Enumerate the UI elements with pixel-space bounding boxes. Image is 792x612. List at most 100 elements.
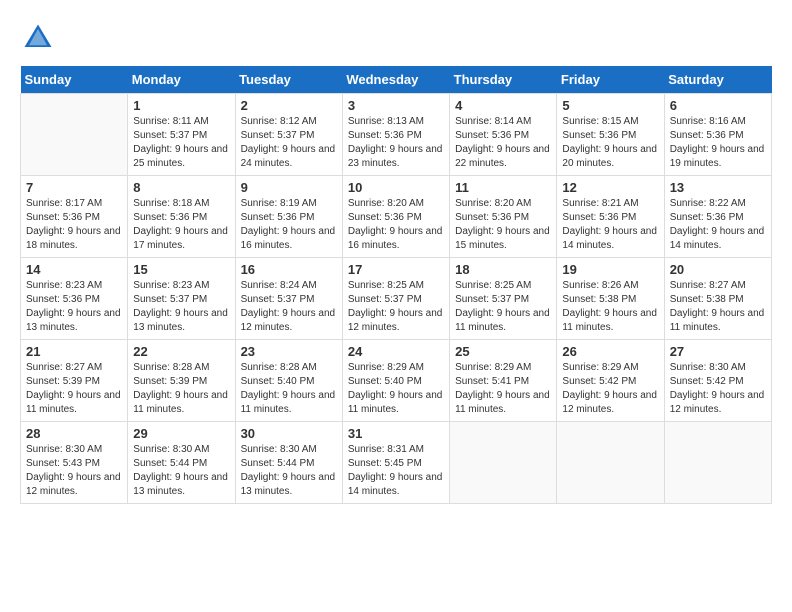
day-number: 14 [26,262,122,277]
table-row: 30 Sunrise: 8:30 AMSunset: 5:44 PMDaylig… [235,422,342,504]
table-row: 31 Sunrise: 8:31 AMSunset: 5:45 PMDaylig… [342,422,449,504]
table-row: 4 Sunrise: 8:14 AMSunset: 5:36 PMDayligh… [450,94,557,176]
day-info: Sunrise: 8:28 AMSunset: 5:40 PMDaylight:… [241,361,337,417]
header-sunday: Sunday [21,66,128,94]
day-number: 27 [670,344,766,359]
table-row: 26 Sunrise: 8:29 AMSunset: 5:42 PMDaylig… [557,340,664,422]
day-number: 24 [348,344,444,359]
day-info: Sunrise: 8:11 AMSunset: 5:37 PMDaylight:… [133,115,229,171]
table-row: 14 Sunrise: 8:23 AMSunset: 5:36 PMDaylig… [21,258,128,340]
day-number: 9 [241,180,337,195]
day-number: 17 [348,262,444,277]
week-row-5: 28 Sunrise: 8:30 AMSunset: 5:43 PMDaylig… [21,422,772,504]
day-info: Sunrise: 8:21 AMSunset: 5:36 PMDaylight:… [562,197,658,253]
header-saturday: Saturday [664,66,771,94]
day-info: Sunrise: 8:30 AMSunset: 5:43 PMDaylight:… [26,443,122,499]
table-row: 16 Sunrise: 8:24 AMSunset: 5:37 PMDaylig… [235,258,342,340]
day-number: 11 [455,180,551,195]
day-number: 26 [562,344,658,359]
day-info: Sunrise: 8:23 AMSunset: 5:36 PMDaylight:… [26,279,122,335]
day-info: Sunrise: 8:28 AMSunset: 5:39 PMDaylight:… [133,361,229,417]
table-row: 21 Sunrise: 8:27 AMSunset: 5:39 PMDaylig… [21,340,128,422]
day-number: 20 [670,262,766,277]
day-number: 2 [241,98,337,113]
header-monday: Monday [128,66,235,94]
table-row: 8 Sunrise: 8:18 AMSunset: 5:36 PMDayligh… [128,176,235,258]
calendar-header-row: SundayMondayTuesdayWednesdayThursdayFrid… [21,66,772,94]
day-info: Sunrise: 8:30 AMSunset: 5:42 PMDaylight:… [670,361,766,417]
day-info: Sunrise: 8:30 AMSunset: 5:44 PMDaylight:… [133,443,229,499]
header-tuesday: Tuesday [235,66,342,94]
day-info: Sunrise: 8:12 AMSunset: 5:37 PMDaylight:… [241,115,337,171]
table-row: 9 Sunrise: 8:19 AMSunset: 5:36 PMDayligh… [235,176,342,258]
day-info: Sunrise: 8:15 AMSunset: 5:36 PMDaylight:… [562,115,658,171]
day-number: 8 [133,180,229,195]
day-number: 31 [348,426,444,441]
day-number: 1 [133,98,229,113]
day-info: Sunrise: 8:31 AMSunset: 5:45 PMDaylight:… [348,443,444,499]
day-info: Sunrise: 8:22 AMSunset: 5:36 PMDaylight:… [670,197,766,253]
day-number: 18 [455,262,551,277]
header-friday: Friday [557,66,664,94]
week-row-2: 7 Sunrise: 8:17 AMSunset: 5:36 PMDayligh… [21,176,772,258]
table-row: 20 Sunrise: 8:27 AMSunset: 5:38 PMDaylig… [664,258,771,340]
day-info: Sunrise: 8:14 AMSunset: 5:36 PMDaylight:… [455,115,551,171]
header-wednesday: Wednesday [342,66,449,94]
day-number: 15 [133,262,229,277]
table-row: 7 Sunrise: 8:17 AMSunset: 5:36 PMDayligh… [21,176,128,258]
logo [20,20,62,56]
table-row [664,422,771,504]
day-info: Sunrise: 8:25 AMSunset: 5:37 PMDaylight:… [455,279,551,335]
table-row: 5 Sunrise: 8:15 AMSunset: 5:36 PMDayligh… [557,94,664,176]
day-info: Sunrise: 8:23 AMSunset: 5:37 PMDaylight:… [133,279,229,335]
day-info: Sunrise: 8:26 AMSunset: 5:38 PMDaylight:… [562,279,658,335]
day-number: 13 [670,180,766,195]
day-number: 29 [133,426,229,441]
day-info: Sunrise: 8:20 AMSunset: 5:36 PMDaylight:… [348,197,444,253]
day-number: 30 [241,426,337,441]
day-info: Sunrise: 8:30 AMSunset: 5:44 PMDaylight:… [241,443,337,499]
day-info: Sunrise: 8:17 AMSunset: 5:36 PMDaylight:… [26,197,122,253]
day-info: Sunrise: 8:29 AMSunset: 5:40 PMDaylight:… [348,361,444,417]
week-row-3: 14 Sunrise: 8:23 AMSunset: 5:36 PMDaylig… [21,258,772,340]
day-info: Sunrise: 8:16 AMSunset: 5:36 PMDaylight:… [670,115,766,171]
table-row: 11 Sunrise: 8:20 AMSunset: 5:36 PMDaylig… [450,176,557,258]
day-number: 3 [348,98,444,113]
day-info: Sunrise: 8:29 AMSunset: 5:41 PMDaylight:… [455,361,551,417]
day-info: Sunrise: 8:27 AMSunset: 5:39 PMDaylight:… [26,361,122,417]
logo-icon [20,20,56,56]
day-number: 4 [455,98,551,113]
table-row [450,422,557,504]
table-row [557,422,664,504]
day-number: 25 [455,344,551,359]
table-row: 6 Sunrise: 8:16 AMSunset: 5:36 PMDayligh… [664,94,771,176]
day-number: 23 [241,344,337,359]
day-info: Sunrise: 8:20 AMSunset: 5:36 PMDaylight:… [455,197,551,253]
header-thursday: Thursday [450,66,557,94]
day-number: 28 [26,426,122,441]
day-number: 12 [562,180,658,195]
table-row: 19 Sunrise: 8:26 AMSunset: 5:38 PMDaylig… [557,258,664,340]
table-row [21,94,128,176]
table-row: 23 Sunrise: 8:28 AMSunset: 5:40 PMDaylig… [235,340,342,422]
table-row: 18 Sunrise: 8:25 AMSunset: 5:37 PMDaylig… [450,258,557,340]
week-row-4: 21 Sunrise: 8:27 AMSunset: 5:39 PMDaylig… [21,340,772,422]
week-row-1: 1 Sunrise: 8:11 AMSunset: 5:37 PMDayligh… [21,94,772,176]
day-number: 22 [133,344,229,359]
table-row: 17 Sunrise: 8:25 AMSunset: 5:37 PMDaylig… [342,258,449,340]
table-row: 15 Sunrise: 8:23 AMSunset: 5:37 PMDaylig… [128,258,235,340]
day-info: Sunrise: 8:27 AMSunset: 5:38 PMDaylight:… [670,279,766,335]
table-row: 25 Sunrise: 8:29 AMSunset: 5:41 PMDaylig… [450,340,557,422]
table-row: 28 Sunrise: 8:30 AMSunset: 5:43 PMDaylig… [21,422,128,504]
day-info: Sunrise: 8:25 AMSunset: 5:37 PMDaylight:… [348,279,444,335]
table-row: 3 Sunrise: 8:13 AMSunset: 5:36 PMDayligh… [342,94,449,176]
table-row: 29 Sunrise: 8:30 AMSunset: 5:44 PMDaylig… [128,422,235,504]
page-header [20,20,772,56]
day-number: 6 [670,98,766,113]
day-info: Sunrise: 8:19 AMSunset: 5:36 PMDaylight:… [241,197,337,253]
table-row: 13 Sunrise: 8:22 AMSunset: 5:36 PMDaylig… [664,176,771,258]
day-number: 21 [26,344,122,359]
table-row: 10 Sunrise: 8:20 AMSunset: 5:36 PMDaylig… [342,176,449,258]
calendar-table: SundayMondayTuesdayWednesdayThursdayFrid… [20,66,772,504]
day-number: 5 [562,98,658,113]
